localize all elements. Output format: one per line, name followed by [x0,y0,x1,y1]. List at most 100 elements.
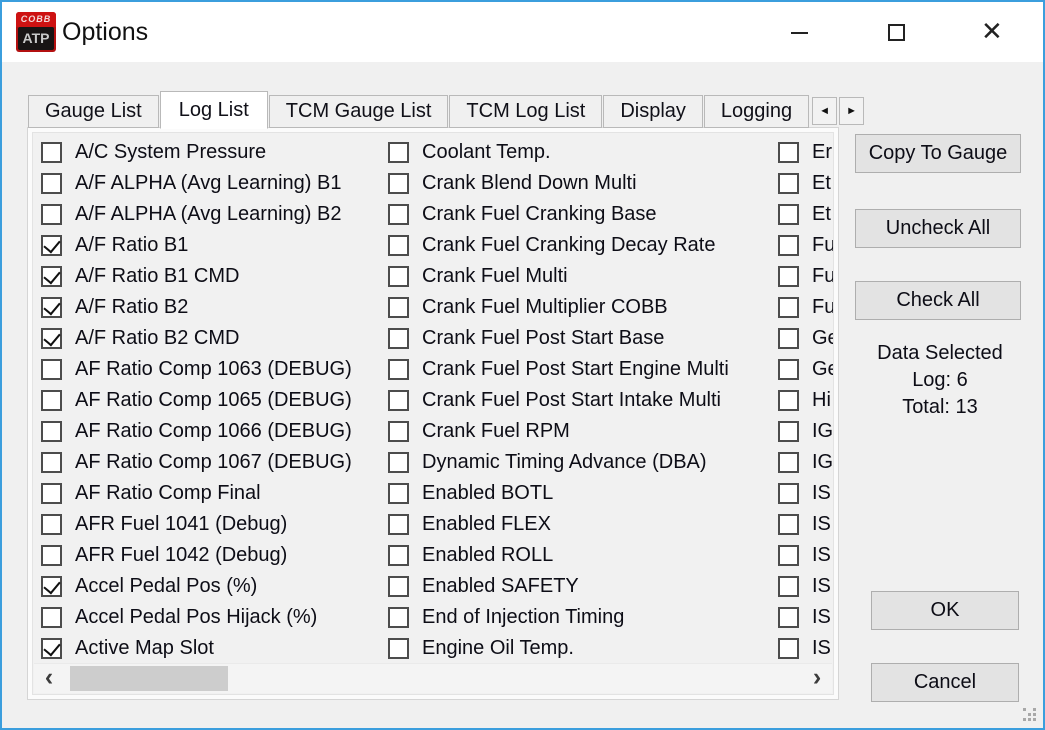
checkbox-checked-icon[interactable] [41,328,62,349]
log-list-item[interactable]: AFR Fuel 1041 (Debug) [41,509,386,540]
log-list-item[interactable]: Crank Fuel Post Start Base [388,323,776,354]
log-list-item[interactable]: AF Ratio Comp 1065 (DEBUG) [41,385,386,416]
log-list-item[interactable]: Crank Fuel Cranking Base [388,199,776,230]
log-list-item[interactable]: Crank Fuel Post Start Engine Multi [388,354,776,385]
log-list-item[interactable]: Active Map Slot [41,633,386,664]
log-list-item[interactable]: A/C System Pressure [41,137,386,168]
checkbox-unchecked-icon[interactable] [778,266,799,287]
log-list-item[interactable]: Crank Blend Down Multi [388,168,776,199]
log-list-item[interactable]: A/F Ratio B2 [41,292,386,323]
tab-scroll-right-icon[interactable]: ► [839,97,864,125]
log-list-item[interactable]: Fu [778,261,834,292]
log-list-item[interactable]: Ge [778,323,834,354]
log-list-item[interactable]: IS [778,509,834,540]
checkbox-unchecked-icon[interactable] [778,576,799,597]
checkbox-unchecked-icon[interactable] [388,297,409,318]
checkbox-unchecked-icon[interactable] [778,359,799,380]
check-all-button[interactable]: Check All [855,281,1021,320]
log-list-item[interactable]: Et [778,168,834,199]
maximize-icon[interactable] [888,24,905,41]
log-list-item[interactable]: A/F ALPHA (Avg Learning) B2 [41,199,386,230]
log-list-item[interactable]: Accel Pedal Pos Hijack (%) [41,602,386,633]
checkbox-checked-icon[interactable] [41,638,62,659]
checkbox-unchecked-icon[interactable] [388,142,409,163]
checkbox-unchecked-icon[interactable] [388,235,409,256]
close-icon[interactable]: ✕ [981,16,1003,46]
checkbox-unchecked-icon[interactable] [778,235,799,256]
checkbox-unchecked-icon[interactable] [388,390,409,411]
checkbox-unchecked-icon[interactable] [388,359,409,380]
uncheck-all-button[interactable]: Uncheck All [855,209,1021,248]
log-list-item[interactable]: Engine Oil Temp. [388,633,776,664]
checkbox-unchecked-icon[interactable] [41,483,62,504]
log-list-item[interactable]: AF Ratio Comp 1063 (DEBUG) [41,354,386,385]
checkbox-checked-icon[interactable] [41,576,62,597]
checkbox-unchecked-icon[interactable] [41,421,62,442]
minimize-icon[interactable] [791,32,808,34]
log-list-item[interactable]: Enabled ROLL [388,540,776,571]
checkbox-unchecked-icon[interactable] [388,545,409,566]
checkbox-unchecked-icon[interactable] [778,545,799,566]
checkbox-unchecked-icon[interactable] [778,421,799,442]
checkbox-unchecked-icon[interactable] [778,607,799,628]
checkbox-unchecked-icon[interactable] [388,607,409,628]
log-list-item[interactable]: IS [778,478,834,509]
checkbox-unchecked-icon[interactable] [778,297,799,318]
checkbox-unchecked-icon[interactable] [41,607,62,628]
log-list-item[interactable]: A/F Ratio B2 CMD [41,323,386,354]
log-list-item[interactable]: IS [778,633,834,664]
checkbox-unchecked-icon[interactable] [388,204,409,225]
log-list-item[interactable]: Er [778,137,834,168]
checkbox-unchecked-icon[interactable] [778,204,799,225]
tab-tcm-log-list[interactable]: TCM Log List [449,95,602,128]
log-list-item[interactable]: Enabled SAFETY [388,571,776,602]
log-list-item[interactable]: IS [778,571,834,602]
checkbox-unchecked-icon[interactable] [388,421,409,442]
checkbox-checked-icon[interactable] [41,235,62,256]
log-list-item[interactable]: Crank Fuel Multiplier COBB [388,292,776,323]
checkbox-unchecked-icon[interactable] [41,359,62,380]
checkbox-unchecked-icon[interactable] [388,266,409,287]
checkbox-unchecked-icon[interactable] [41,452,62,473]
checkbox-unchecked-icon[interactable] [41,390,62,411]
checkbox-unchecked-icon[interactable] [388,514,409,535]
checkbox-checked-icon[interactable] [41,266,62,287]
checkbox-unchecked-icon[interactable] [778,483,799,504]
log-list-item[interactable]: Dynamic Timing Advance (DBA) [388,447,776,478]
log-list-item[interactable]: IG [778,416,834,447]
checkbox-unchecked-icon[interactable] [778,173,799,194]
tab-logging[interactable]: Logging [704,95,809,128]
checkbox-unchecked-icon[interactable] [41,173,62,194]
log-list-item[interactable]: Crank Fuel Cranking Decay Rate [388,230,776,261]
scroll-left-icon[interactable]: ‹ [34,664,64,693]
checkbox-unchecked-icon[interactable] [388,638,409,659]
checkbox-unchecked-icon[interactable] [778,142,799,163]
checkbox-unchecked-icon[interactable] [388,452,409,473]
checkbox-unchecked-icon[interactable] [778,452,799,473]
log-list-item[interactable]: IS [778,540,834,571]
tab-scroll-left-icon[interactable]: ◄ [812,97,837,125]
log-list-item[interactable]: AF Ratio Comp 1066 (DEBUG) [41,416,386,447]
tab-display[interactable]: Display [603,95,703,128]
log-list-item[interactable]: A/F Ratio B1 CMD [41,261,386,292]
checkbox-unchecked-icon[interactable] [778,638,799,659]
log-list-item[interactable]: End of Injection Timing [388,602,776,633]
checkbox-unchecked-icon[interactable] [41,204,62,225]
log-list-item[interactable]: AF Ratio Comp 1067 (DEBUG) [41,447,386,478]
log-list-item[interactable]: A/F Ratio B1 [41,230,386,261]
log-list-item[interactable]: Crank Fuel Multi [388,261,776,292]
checkbox-unchecked-icon[interactable] [388,173,409,194]
cancel-button[interactable]: Cancel [871,663,1019,702]
checkbox-unchecked-icon[interactable] [41,545,62,566]
log-list-item[interactable]: AF Ratio Comp Final [41,478,386,509]
log-list-item[interactable]: Enabled FLEX [388,509,776,540]
horizontal-scrollbar[interactable]: ‹ › [34,663,832,693]
checkbox-unchecked-icon[interactable] [778,514,799,535]
scrollbar-thumb[interactable] [70,666,228,691]
log-list-item[interactable]: AFR Fuel 1042 (Debug) [41,540,386,571]
checkbox-unchecked-icon[interactable] [388,576,409,597]
tab-log-list[interactable]: Log List [160,91,268,129]
resize-grip-icon[interactable] [1023,708,1037,722]
log-list-item[interactable]: Enabled BOTL [388,478,776,509]
log-list-item[interactable]: IG [778,447,834,478]
